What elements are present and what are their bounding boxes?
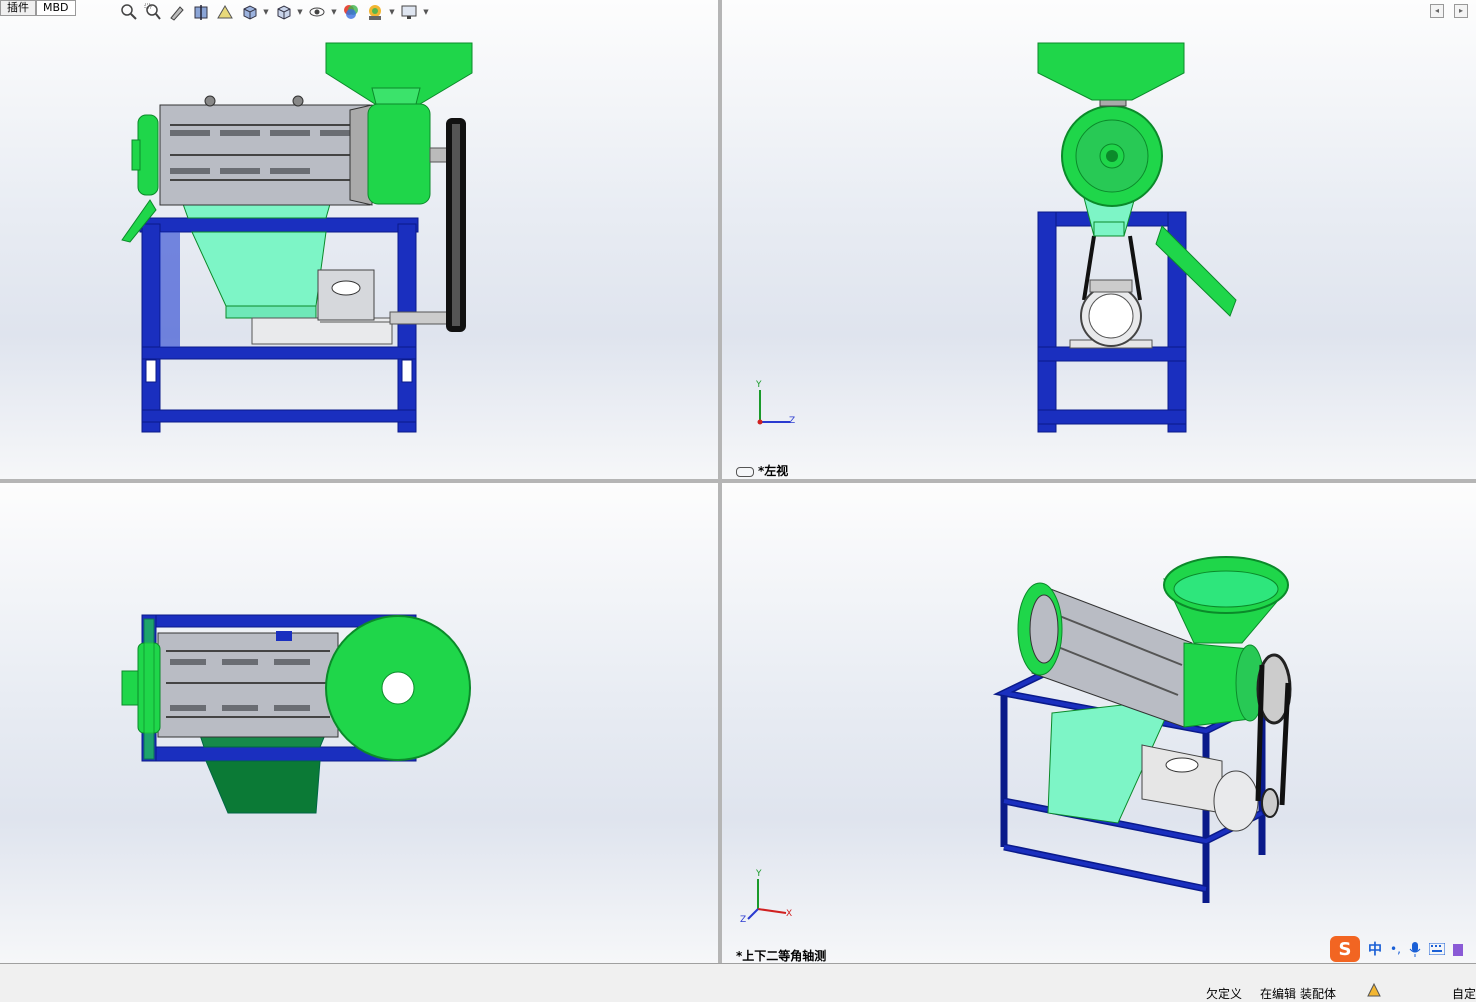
display-style-dropdown[interactable]: ▼ [296,1,304,23]
model-top-view [121,614,471,814]
viewport-left[interactable]: ◂ ▸ Y Z *左视 [722,0,1476,479]
triad-x-label-iso: X [786,909,793,919]
viewport-isometric[interactable]: Y X Z *上下二等角轴测 [722,483,1476,963]
status-units[interactable]: 自定 [1452,985,1476,1002]
status-editing-label: 在编辑 [1260,987,1297,1001]
apply-scene-dropdown[interactable]: ▼ [388,1,396,23]
triad-z-label: Z [789,416,796,426]
viewport-corner-controls: ◂ ▸ [1430,4,1468,18]
tab-mbd[interactable]: MBD [36,0,76,16]
model-front-view [121,42,473,433]
dynamic-annotation-icon[interactable] [214,1,236,23]
view-settings-icon[interactable] [398,1,420,23]
coordinate-triad [757,390,790,425]
hide-show-icon[interactable] [306,1,328,23]
heads-up-view-toolbar: ▼ ▼ ▼ ▼ ▼ [118,0,430,24]
zoom-to-fit-icon[interactable] [118,1,140,23]
viewport-maximize-icon[interactable]: ▸ [1454,4,1468,18]
apply-scene-icon[interactable] [364,1,386,23]
command-manager-tabs: 插件 MBD [0,0,76,16]
microphone-icon[interactable] [1409,941,1421,957]
model-left-view [1037,42,1237,433]
viewport-top[interactable] [0,483,718,963]
viewport-front[interactable] [0,0,718,479]
status-editing-value: 装配体 [1300,987,1337,1001]
ime-toolbar: S 中 •, [1330,936,1463,962]
link-views-icon[interactable] [736,466,754,477]
view-name-label-iso: *上下二等角轴测 [736,949,827,963]
viewport-splitter-horizontal[interactable] [0,479,1476,483]
zoom-area-icon[interactable] [142,1,164,23]
keyboard-icon[interactable] [1428,943,1445,955]
hide-show-dropdown[interactable]: ▼ [330,1,338,23]
triad-z-label-iso: Z [740,915,747,925]
status-definition: 欠定义 [1206,987,1243,1001]
coordinate-triad-iso [747,879,787,920]
view-orientation-icon[interactable] [238,1,260,23]
rebuild-icon[interactable] [1366,982,1382,1001]
view-settings-dropdown[interactable]: ▼ [422,1,430,23]
display-style-icon[interactable] [272,1,294,23]
view-orientation-dropdown[interactable]: ▼ [262,1,270,23]
viewport-restore-icon[interactable]: ◂ [1430,4,1444,18]
view-name-label: *左视 [736,462,788,479]
sogou-logo-icon[interactable]: S [1330,936,1360,962]
triad-y-label: Y [756,380,762,390]
ime-mode-toggle[interactable]: 中 [1368,939,1382,959]
edit-appearance-icon[interactable] [340,1,362,23]
section-view-icon[interactable] [190,1,212,23]
triad-y-label-iso: Y [756,869,762,879]
skin-icon[interactable] [1452,942,1463,956]
model-isometric-view [992,556,1292,903]
previous-view-icon[interactable] [166,1,188,23]
tab-plugins[interactable]: 插件 [0,0,36,16]
punctuation-icon[interactable]: •, [1390,942,1401,956]
status-bar: 欠定义 在编辑 装配体 自定 [0,963,1476,1002]
